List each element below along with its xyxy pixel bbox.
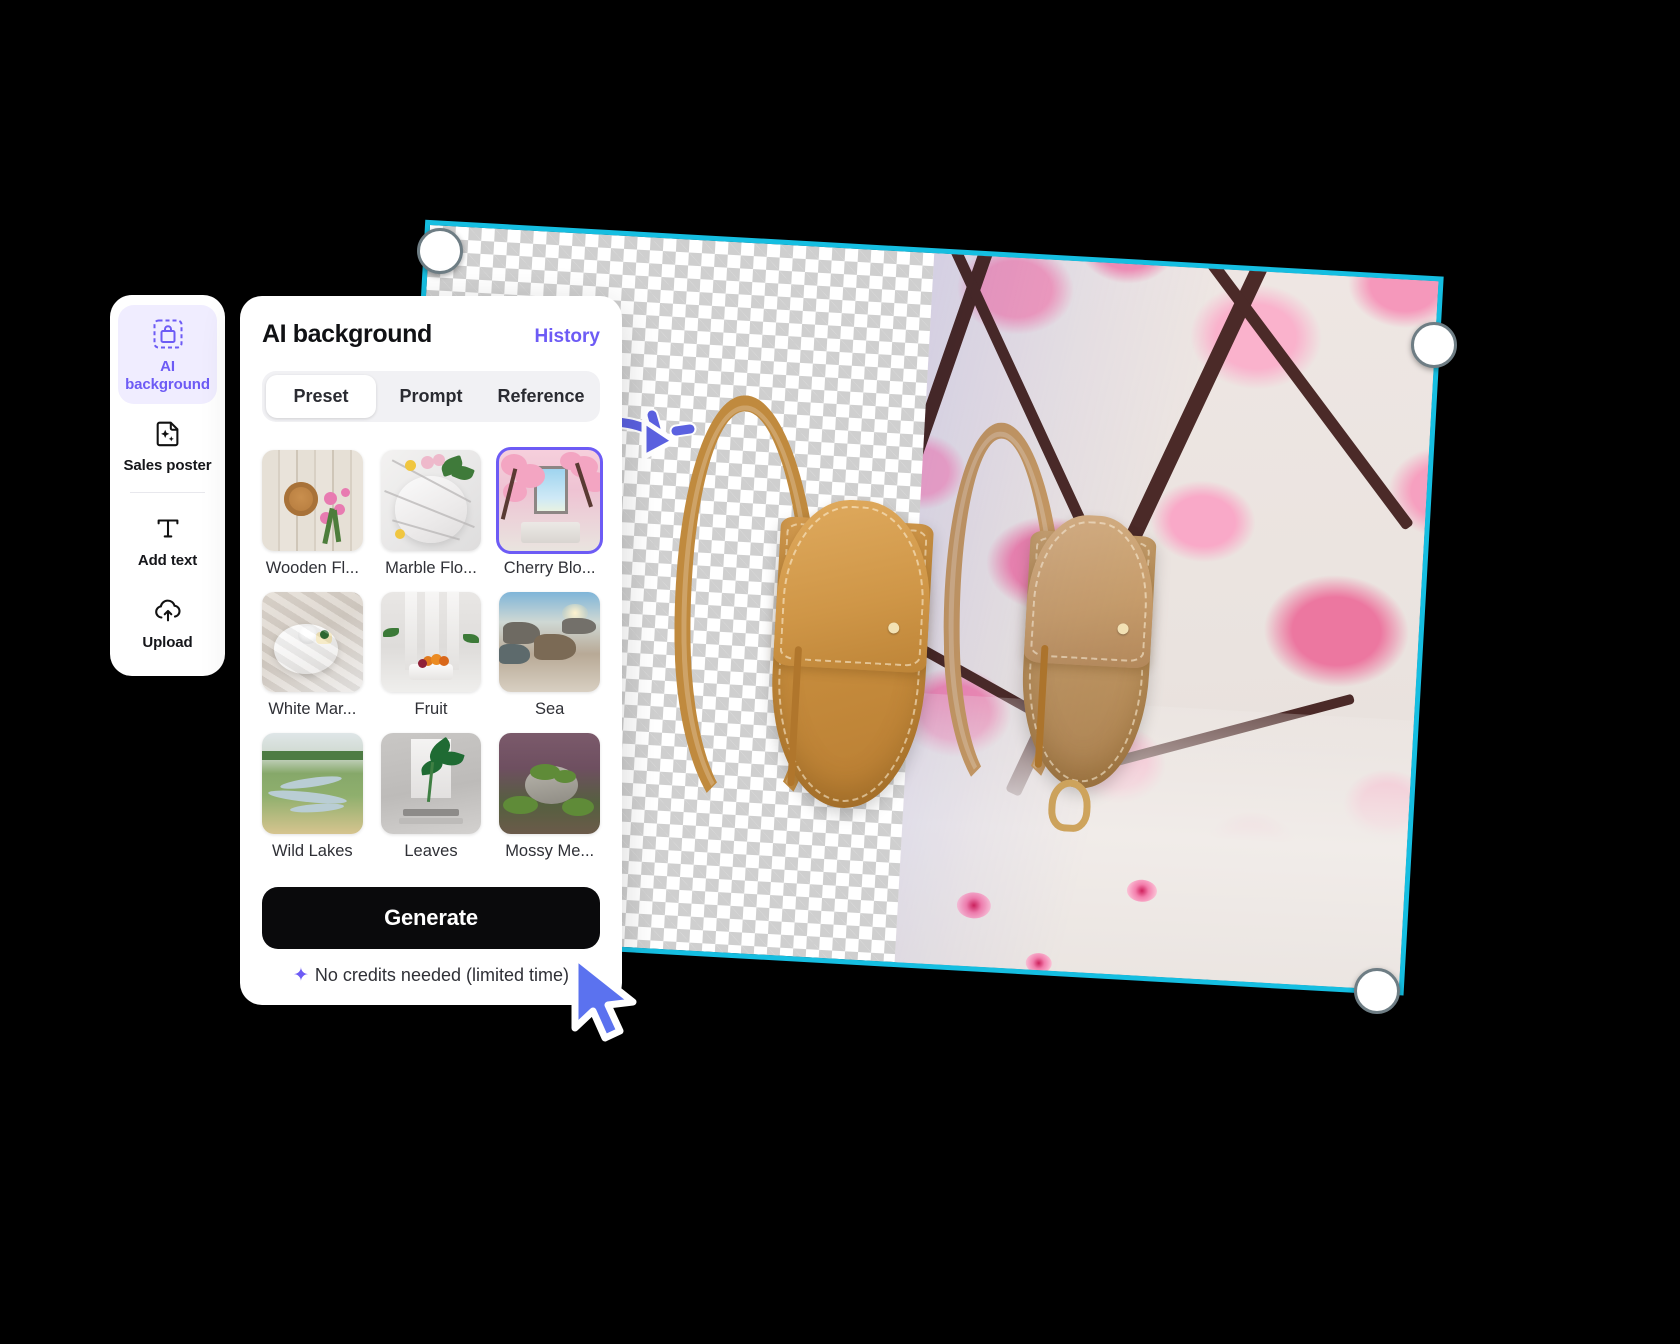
resize-handle-top-left[interactable] [417, 228, 463, 274]
preset-label: Fruit [414, 700, 448, 719]
preset-label: Mossy Me... [505, 842, 595, 860]
tab-prompt[interactable]: Prompt [376, 375, 486, 418]
preset-item-wild-lakes[interactable]: Wild Lakes [262, 733, 363, 861]
preset-grid: Wooden Fl... Marble Flo... Cherry Blo...… [262, 447, 603, 861]
preset-thumbnail [262, 591, 363, 693]
preset-item-sea[interactable]: Sea [499, 591, 600, 720]
preset-item-white-marble[interactable]: White Mar... [262, 591, 363, 720]
ai-background-panel: AI background History Preset Prompt Refe… [240, 296, 622, 1006]
preset-thumbnail [262, 450, 363, 551]
sparkle-icon: ✦ [292, 965, 309, 987]
credits-note: ✦ No credits needed (limited time) [262, 964, 600, 987]
text-t-icon [151, 511, 185, 545]
preset-label: Wild Lakes [271, 842, 353, 860]
preset-label: White Mar... [268, 700, 357, 719]
ai-bag-icon [151, 317, 185, 351]
tool-rail: AI background Sales poster Add text Uplo… [110, 295, 225, 677]
preset-item-fruit[interactable]: Fruit [380, 591, 482, 720]
preset-label: Wooden Fl... [265, 558, 359, 577]
rail-divider [130, 492, 205, 494]
preset-thumbnail [380, 733, 482, 835]
sidebar-item-upload[interactable]: Upload [118, 581, 217, 663]
sidebar-item-label: Add text [137, 552, 198, 570]
resize-handle-bottom-right[interactable] [1354, 968, 1400, 1014]
panel-header: AI background History [262, 320, 600, 349]
generate-button[interactable]: Generate [262, 887, 600, 950]
generated-background-preview [894, 253, 1439, 991]
preset-thumbnail [499, 591, 600, 693]
tab-reference[interactable]: Reference [486, 375, 596, 418]
preset-item-mossy-meadow[interactable]: Mossy Me... [499, 733, 600, 861]
tab-preset[interactable]: Preset [266, 375, 376, 418]
credits-note-text: No credits needed (limited time) [314, 965, 570, 986]
preset-thumbnail [380, 591, 482, 693]
preset-label: Marble Flo... [385, 558, 477, 577]
handbag-cutout [636, 380, 946, 892]
preset-label: Cherry Blo... [503, 558, 596, 577]
sidebar-item-label: Upload [142, 633, 193, 651]
preset-label: Leaves [404, 842, 458, 861]
sparkle-document-icon [151, 416, 185, 450]
sidebar-item-ai-background[interactable]: AI background [118, 305, 217, 405]
preset-label: Sea [534, 700, 565, 719]
preset-thumbnail [380, 450, 482, 551]
resize-handle-top-right[interactable] [1411, 322, 1457, 368]
sidebar-item-label: AI background [125, 358, 210, 393]
tab-bar: Preset Prompt Reference [262, 371, 600, 422]
preset-item-cherry-blossom[interactable]: Cherry Blo... [496, 447, 603, 578]
cloud-upload-icon [151, 593, 185, 627]
preset-item-wooden-floor[interactable]: Wooden Fl... [262, 450, 363, 578]
preset-item-leaves[interactable]: Leaves [380, 733, 482, 861]
history-link[interactable]: History [535, 326, 600, 348]
screenshot-root: AI background Sales poster Add text Uplo… [0, 0, 1680, 1344]
preset-thumbnail [262, 733, 363, 834]
sidebar-item-label: Sales poster [123, 457, 212, 475]
page-title: AI background [262, 320, 432, 348]
sidebar-item-add-text[interactable]: Add text [118, 499, 217, 581]
preset-item-marble-floor[interactable]: Marble Flo... [380, 450, 482, 578]
preset-thumbnail [496, 447, 603, 554]
preset-thumbnail [499, 733, 600, 834]
sidebar-item-sales-poster[interactable]: Sales poster [118, 404, 217, 486]
